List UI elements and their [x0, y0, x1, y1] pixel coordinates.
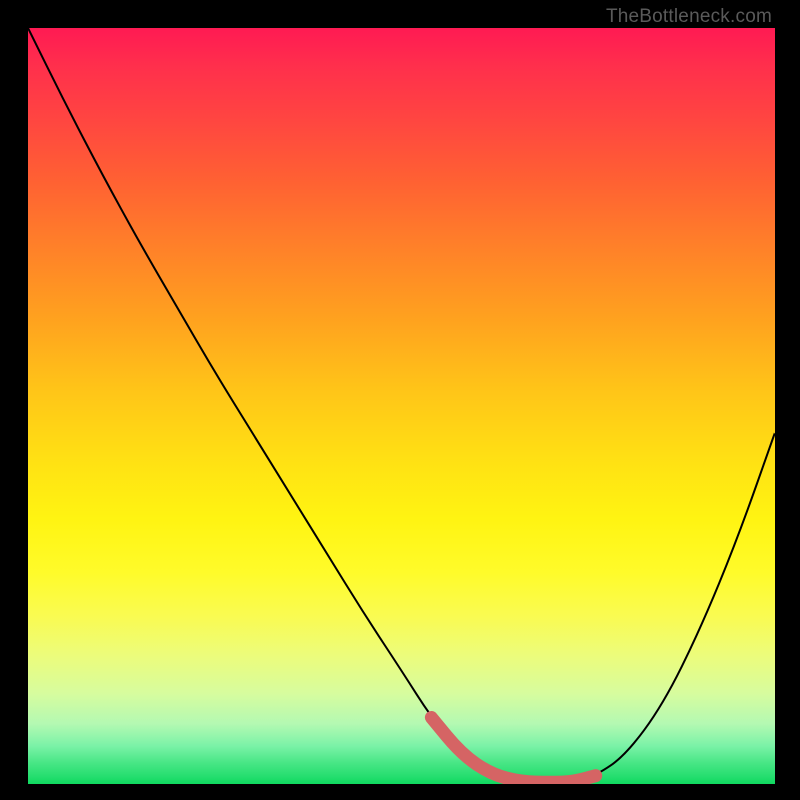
chart-container: TheBottleneck.com	[0, 0, 800, 800]
watermark-text: TheBottleneck.com	[606, 6, 772, 28]
gradient-background	[28, 28, 775, 784]
plot-area	[28, 28, 775, 784]
